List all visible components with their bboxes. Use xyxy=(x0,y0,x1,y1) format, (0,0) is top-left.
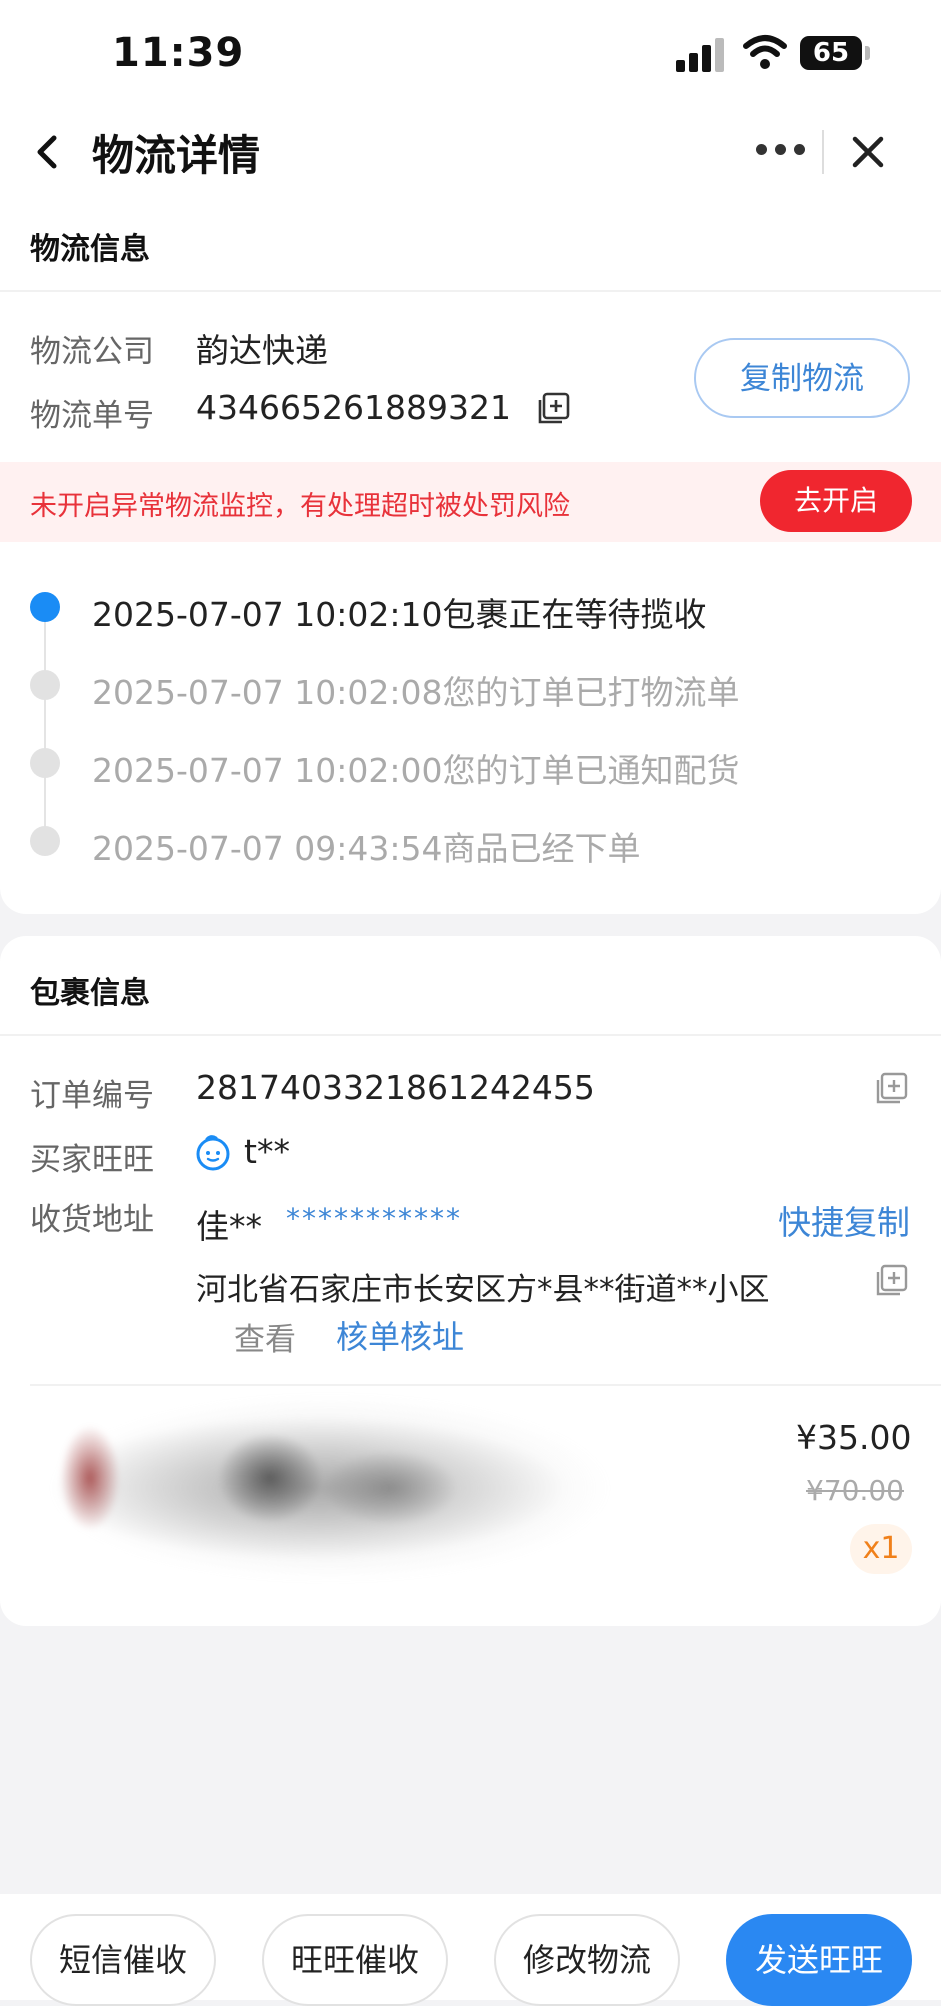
more-options-icon[interactable] xyxy=(756,144,806,158)
buyer-label: 买家旺旺 xyxy=(30,1142,154,1178)
wangwang-remind-button[interactable]: 旺旺催收 xyxy=(262,1914,448,2006)
logistics-info-card: 物流信息 物流公司 韵达快递 物流单号 434665261889321 复制物流… xyxy=(0,194,941,914)
product-quantity: x1 xyxy=(850,1524,912,1574)
timeline-entry: 2025-07-07 10:02:08您的订单已打物流单 xyxy=(92,673,740,712)
battery-icon: 65 xyxy=(800,36,862,70)
product-image-redacted xyxy=(10,1368,670,1608)
status-bar: 11:39 65 xyxy=(0,0,941,108)
address-text: 河北省石家庄市长安区方*县**街道**小区 xyxy=(196,1272,770,1308)
sms-remind-button[interactable]: 短信催收 xyxy=(30,1914,216,2006)
address-label: 收货地址 xyxy=(30,1202,154,1238)
timeline-dot xyxy=(30,670,60,700)
close-icon[interactable] xyxy=(846,130,890,174)
order-label: 订单编号 xyxy=(30,1078,154,1114)
navigation-bar: 物流详情 xyxy=(0,108,941,194)
logistics-section-title: 物流信息 xyxy=(30,232,150,267)
company-label: 物流公司 xyxy=(30,334,154,370)
cellular-signal-icon xyxy=(676,36,724,72)
tracking-number: 434665261889321 xyxy=(196,388,511,427)
section-divider xyxy=(0,290,941,292)
alert-text: 未开启异常物流监控，有处理超时被处罚风险 xyxy=(30,491,570,522)
timeline-line xyxy=(44,612,46,852)
verify-order-link[interactable]: 核单核址 xyxy=(336,1312,464,1358)
timeline-entry: 2025-07-07 09:43:54商品已经下单 xyxy=(92,829,641,868)
timeline-dot-active xyxy=(30,592,60,622)
product-price: ¥35.00 xyxy=(796,1418,912,1457)
timeline-entry: 2025-07-07 10:02:10包裹正在等待揽收 xyxy=(92,595,707,634)
modify-logistics-button[interactable]: 修改物流 xyxy=(494,1914,680,2006)
nav-divider xyxy=(822,130,824,174)
battery-tip xyxy=(865,46,870,60)
tracking-label: 物流单号 xyxy=(30,398,154,434)
page-title: 物流详情 xyxy=(92,131,261,180)
wifi-icon xyxy=(743,35,787,69)
timeline-entry: 2025-07-07 10:02:00您的订单已通知配货 xyxy=(92,751,740,790)
recipient-phone: *********** xyxy=(286,1202,462,1235)
section-divider xyxy=(0,1034,941,1036)
product-original-price: ¥70.00 xyxy=(806,1474,904,1507)
copy-icon[interactable] xyxy=(536,392,570,426)
send-wangwang-button[interactable]: 发送旺旺 xyxy=(726,1914,912,2006)
monitor-alert-bar: 未开启异常物流监控，有处理超时被处罚风险 去开启 xyxy=(0,462,941,542)
recipient-name: 佳** xyxy=(196,1207,262,1246)
view-link[interactable]: 查看 xyxy=(234,1314,296,1359)
wangwang-icon[interactable] xyxy=(194,1134,232,1172)
buyer-name: t** xyxy=(244,1132,290,1171)
bottom-action-bar: 短信催收 旺旺催收 修改物流 发送旺旺 xyxy=(0,1894,941,2006)
copy-icon[interactable] xyxy=(874,1072,908,1106)
enable-monitor-button[interactable]: 去开启 xyxy=(760,470,912,532)
company-value: 韵达快递 xyxy=(196,331,328,370)
package-section-title: 包裹信息 xyxy=(30,976,150,1011)
order-number: 2817403321861242455 xyxy=(196,1068,595,1107)
timeline-dot xyxy=(30,748,60,778)
copy-icon[interactable] xyxy=(874,1264,908,1298)
quick-copy-link[interactable]: 快捷复制 xyxy=(778,1196,910,1244)
back-arrow-icon[interactable] xyxy=(28,130,68,174)
timeline-dot xyxy=(30,826,60,856)
copy-logistics-button[interactable]: 复制物流 xyxy=(694,338,910,418)
status-time: 11:39 xyxy=(112,30,245,76)
